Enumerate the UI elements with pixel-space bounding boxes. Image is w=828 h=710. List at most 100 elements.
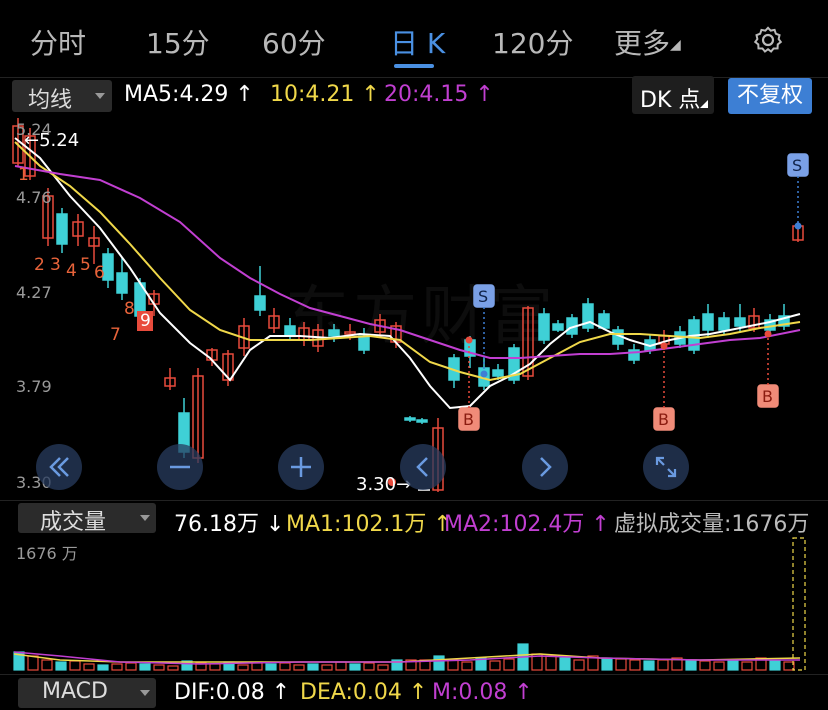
tab-more-label: 更多 (614, 27, 671, 60)
ma5-line (14, 137, 801, 410)
volume-bar (727, 660, 739, 671)
candle (582, 298, 594, 332)
volume-chart[interactable] (0, 534, 828, 674)
tab-120min[interactable]: 120分 (492, 22, 573, 62)
ma5-value: MA5:4.29 ↑ (124, 82, 254, 107)
volume-bar (265, 663, 277, 671)
volume-bar (545, 655, 557, 671)
macd-m: M:0.08 ↑ (432, 680, 533, 705)
ma-selector-label: 均线 (28, 88, 73, 113)
candlestick-chart[interactable]: 1 2 3 4 5 6 789 B B B S S (0, 118, 828, 498)
signal-marker-label: S (478, 287, 488, 306)
signal-dot (480, 370, 488, 378)
volume-selector[interactable]: 成交量 (18, 503, 156, 535)
candle (358, 328, 370, 354)
candle (628, 344, 640, 364)
volume-bar (769, 660, 781, 671)
volume-bar (279, 662, 291, 671)
scroll-left-fast-button[interactable] (36, 444, 82, 490)
macd-selector[interactable]: MACD (18, 678, 156, 708)
volume-bar (713, 661, 725, 671)
more-caret-icon: ◢ (670, 37, 681, 53)
macd-selector-caret-icon (140, 690, 150, 696)
tab-intraday[interactable]: 分时 (30, 22, 86, 62)
candle (116, 258, 128, 300)
high-price-label: ←5.24 (24, 130, 80, 151)
td-sequence-number: 1 (18, 165, 29, 185)
candle-body (328, 329, 340, 337)
dk-point-button[interactable]: DK 点 (632, 76, 714, 114)
zoom-in-button[interactable] (278, 444, 324, 490)
tab-60min[interactable]: 60分 (262, 22, 326, 62)
fullscreen-button[interactable] (643, 444, 689, 490)
td-sequence-number: 8 (124, 299, 135, 319)
volume-bar (629, 659, 641, 671)
scroll-right-button[interactable] (522, 444, 568, 490)
tab-15min[interactable]: 15分 (146, 22, 210, 62)
volume-selector-caret-icon (140, 515, 150, 521)
candle-body (116, 272, 128, 294)
double-chevron-left-icon (49, 457, 69, 477)
volume-bar (503, 658, 515, 671)
candle (254, 266, 266, 316)
macd-dif: DIF:0.08 ↑ (174, 680, 291, 705)
ma-selector[interactable]: 均线 (12, 80, 112, 113)
price-axis-4: 3.79 (16, 377, 52, 396)
volume-bar (251, 662, 263, 671)
volume-bar (615, 658, 627, 671)
candle (298, 322, 310, 346)
candle-body (404, 417, 416, 421)
candle (508, 344, 520, 384)
volume-bar (461, 661, 473, 671)
volume-bar (573, 659, 585, 671)
volume-bar (27, 655, 39, 671)
volume-bar (741, 661, 753, 671)
no-adjust-button[interactable]: 不复权 (728, 78, 812, 114)
candle-body (702, 313, 714, 331)
candle (416, 418, 428, 424)
candle (164, 368, 176, 390)
volume-bar (377, 664, 389, 671)
scroll-left-button[interactable] (400, 444, 446, 490)
candle-body (254, 295, 266, 311)
volume-bar (237, 664, 249, 671)
candle (268, 308, 280, 333)
tab-daily-k[interactable]: 日 K (390, 22, 445, 62)
settings-gear-icon[interactable] (752, 24, 784, 56)
zoom-out-button[interactable] (157, 444, 203, 490)
volume-bar (349, 663, 361, 671)
macd-selector-label: MACD (42, 679, 108, 704)
volume-bar (559, 657, 571, 671)
td-sequence-number: 4 (66, 261, 77, 281)
volume-bar (685, 659, 697, 671)
candle-body (358, 335, 370, 351)
candle-body (416, 419, 428, 423)
candle (552, 320, 564, 332)
volume-bar (139, 663, 151, 671)
dk-corner-icon (700, 100, 708, 108)
candle-body (718, 317, 730, 331)
tab-more[interactable]: 更多◢ (614, 22, 681, 62)
macd-dea: DEA:0.04 ↑ (300, 680, 428, 705)
volume-bar (83, 663, 95, 671)
td-sequence-number: 5 (80, 255, 91, 275)
volume-bar (447, 659, 459, 671)
signal-marker-label: B (762, 387, 773, 406)
chart-divider (0, 500, 828, 501)
volume-bar (307, 663, 319, 671)
plus-icon (291, 457, 311, 477)
active-tab-indicator (394, 64, 434, 68)
td-sequence-number: 2 (34, 255, 45, 275)
candle-body (598, 313, 610, 329)
price-axis-2: 4.76 (16, 188, 52, 207)
volume-bar (489, 660, 501, 671)
volume-bar (321, 664, 333, 671)
candle-body (284, 325, 296, 337)
signal-dot (465, 336, 473, 344)
volume-bar (69, 660, 81, 671)
td-sequence-number: 3 (50, 255, 61, 275)
ma10-value: 10:4.21 ↑ (270, 82, 380, 107)
candle-body (734, 317, 746, 327)
volume-bar (293, 664, 305, 671)
price-axis-3: 4.27 (16, 283, 52, 302)
